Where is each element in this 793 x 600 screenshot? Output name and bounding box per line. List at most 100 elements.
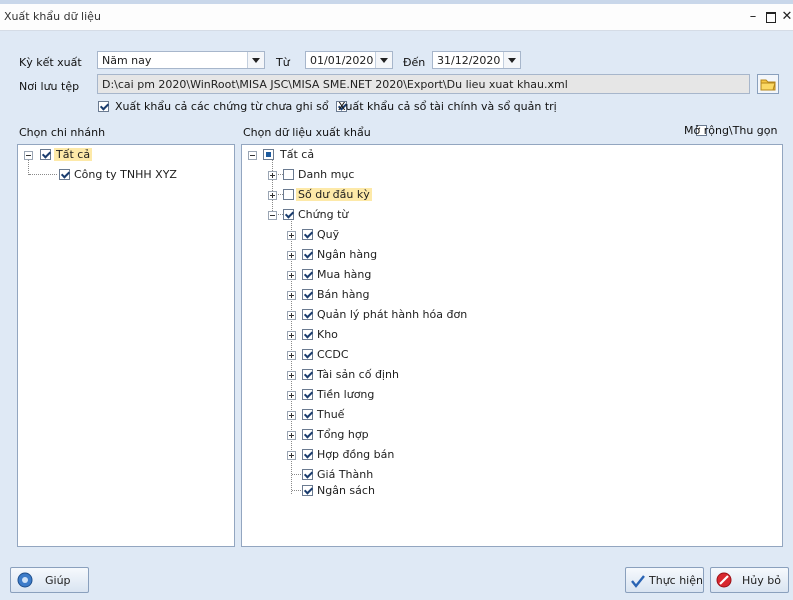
expand-icon[interactable]: [287, 411, 296, 420]
to-date-value: 31/12/2020: [437, 54, 501, 67]
tree-checkbox[interactable]: [302, 309, 313, 320]
tree-checkbox[interactable]: [302, 429, 313, 440]
expand-icon[interactable]: [287, 351, 296, 360]
expand-icon[interactable]: [287, 251, 296, 260]
tree-label: Giá Thành: [317, 468, 374, 481]
tree-item-document[interactable]: Mua hàng: [242, 267, 542, 283]
execute-button[interactable]: Thực hiện: [625, 567, 704, 593]
browse-folder-button[interactable]: [757, 74, 779, 94]
tree-label: Số dư đầu kỳ: [296, 188, 372, 201]
tree-checkbox[interactable]: [302, 289, 313, 300]
tree-item-document[interactable]: Bán hàng: [242, 287, 542, 303]
tree-item-document[interactable]: Thuế: [242, 407, 542, 423]
to-label: Đến: [403, 56, 426, 69]
tree-label: Quản lý phát hành hóa đơn: [317, 308, 468, 321]
folder-icon: [760, 79, 776, 91]
chevron-down-icon[interactable]: [247, 52, 264, 68]
tree-item-document[interactable]: Hợp đồng bán: [242, 447, 542, 463]
branch-node[interactable]: Công ty TNHH XYZ: [18, 167, 218, 183]
cancel-button[interactable]: Hủy bỏ: [710, 567, 789, 593]
period-value: Năm nay: [102, 54, 152, 67]
tree-checkbox[interactable]: [283, 169, 294, 180]
tree-checkbox[interactable]: [283, 189, 294, 200]
tree-label: Danh mục: [298, 168, 355, 181]
expand-icon[interactable]: [287, 451, 296, 460]
save-path-value: D:\cai pm 2020\WinRoot\MISA JSC\MISA SME…: [102, 78, 568, 91]
to-date-input[interactable]: 31/12/2020: [432, 51, 521, 69]
expand-icon[interactable]: [287, 231, 296, 240]
expand-icon[interactable]: [287, 431, 296, 440]
help-button[interactable]: Giúp: [10, 567, 89, 593]
tree-checkbox[interactable]: [302, 249, 313, 260]
collapse-icon[interactable]: [268, 211, 277, 220]
close-icon[interactable]: ✕: [778, 8, 793, 26]
tree-checkbox[interactable]: [302, 349, 313, 360]
expand-icon[interactable]: [287, 271, 296, 280]
tree-checkbox[interactable]: [302, 269, 313, 280]
chevron-down-icon[interactable]: [375, 52, 392, 68]
tree-checkbox[interactable]: [302, 485, 313, 496]
collapse-icon[interactable]: [24, 151, 33, 160]
tree-item-document[interactable]: Tổng hợp: [242, 427, 542, 443]
tree-item-document[interactable]: CCDC: [242, 347, 542, 363]
expand-collapse-label: Mở rộng\Thu gọn: [684, 124, 778, 137]
tree-label: Ngân hàng: [317, 248, 378, 261]
cancel-icon: [716, 572, 732, 588]
branch-checkbox[interactable]: [59, 169, 70, 180]
data-root-node[interactable]: Tất cả: [242, 147, 542, 163]
tree-label: Tiền lương: [317, 388, 375, 401]
checkmark-icon: [631, 575, 645, 588]
from-date-input[interactable]: 01/01/2020: [305, 51, 393, 69]
expand-icon[interactable]: [287, 311, 296, 320]
branch-label: Công ty TNHH XYZ: [74, 168, 177, 181]
tree-label: Mua hàng: [317, 268, 372, 281]
help-icon: [17, 572, 33, 588]
expand-icon[interactable]: [287, 331, 296, 340]
tree-checkbox[interactable]: [302, 369, 313, 380]
branch-root-label: Tất cả: [54, 148, 93, 161]
chevron-down-icon[interactable]: [503, 52, 520, 68]
data-root-checkbox[interactable]: [263, 149, 274, 160]
tree-label: Chứng từ: [298, 208, 349, 221]
tree-item-document[interactable]: Tài sản cố định: [242, 367, 542, 383]
tree-checkbox[interactable]: [302, 329, 313, 340]
tree-item-document[interactable]: Quản lý phát hành hóa đơn: [242, 307, 542, 323]
tree-checkbox[interactable]: [302, 409, 313, 420]
branch-tree: Tất cả Công ty TNHH XYZ: [17, 144, 235, 547]
tree-item-document[interactable]: Ngân hàng: [242, 247, 542, 263]
expand-icon[interactable]: [287, 371, 296, 380]
data-root-label: Tất cả: [280, 148, 315, 161]
tree-checkbox[interactable]: [302, 469, 313, 480]
expand-icon[interactable]: [287, 291, 296, 300]
tree-item-so-du-dau-ky[interactable]: Số dư đầu kỳ: [242, 187, 542, 203]
window-title: Xuất khẩu dữ liệu: [4, 10, 101, 23]
tree-label: Kho: [317, 328, 338, 341]
tree-checkbox[interactable]: [302, 449, 313, 460]
tree-item-document-leaf[interactable]: Ngân sách: [242, 483, 542, 499]
help-button-label: Giúp: [45, 574, 71, 587]
tree-item-document[interactable]: Tiền lương: [242, 387, 542, 403]
title-bar: Xuất khẩu dữ liệu – ✕: [0, 4, 793, 31]
period-select[interactable]: Năm nay: [97, 51, 265, 69]
save-path-input[interactable]: D:\cai pm 2020\WinRoot\MISA JSC\MISA SME…: [97, 74, 750, 94]
tree-label: Hợp đồng bán: [317, 448, 395, 461]
tree-checkbox[interactable]: [283, 209, 294, 220]
tree-item-document-leaf[interactable]: Giá Thành: [242, 467, 542, 483]
tree-label: Tài sản cố định: [317, 368, 399, 381]
tree-checkbox[interactable]: [302, 389, 313, 400]
tree-item-danh-muc[interactable]: Danh mục: [242, 167, 542, 183]
expand-icon[interactable]: [268, 171, 277, 180]
collapse-icon[interactable]: [248, 151, 257, 160]
branch-root-checkbox[interactable]: [40, 149, 51, 160]
expand-icon[interactable]: [268, 191, 277, 200]
tree-label: Tổng hợp: [317, 428, 369, 441]
export-unposted-checkbox[interactable]: [98, 101, 109, 112]
minimize-icon[interactable]: –: [744, 8, 762, 26]
tree-item-document[interactable]: Quỹ: [242, 227, 542, 243]
tree-item-chung-tu[interactable]: Chứng từ: [242, 207, 542, 223]
tree-checkbox[interactable]: [302, 229, 313, 240]
expand-icon[interactable]: [287, 391, 296, 400]
tree-item-document[interactable]: Kho: [242, 327, 542, 343]
branch-root-node[interactable]: Tất cả: [18, 147, 218, 163]
save-location-label: Nơi lưu tệp: [19, 80, 80, 93]
